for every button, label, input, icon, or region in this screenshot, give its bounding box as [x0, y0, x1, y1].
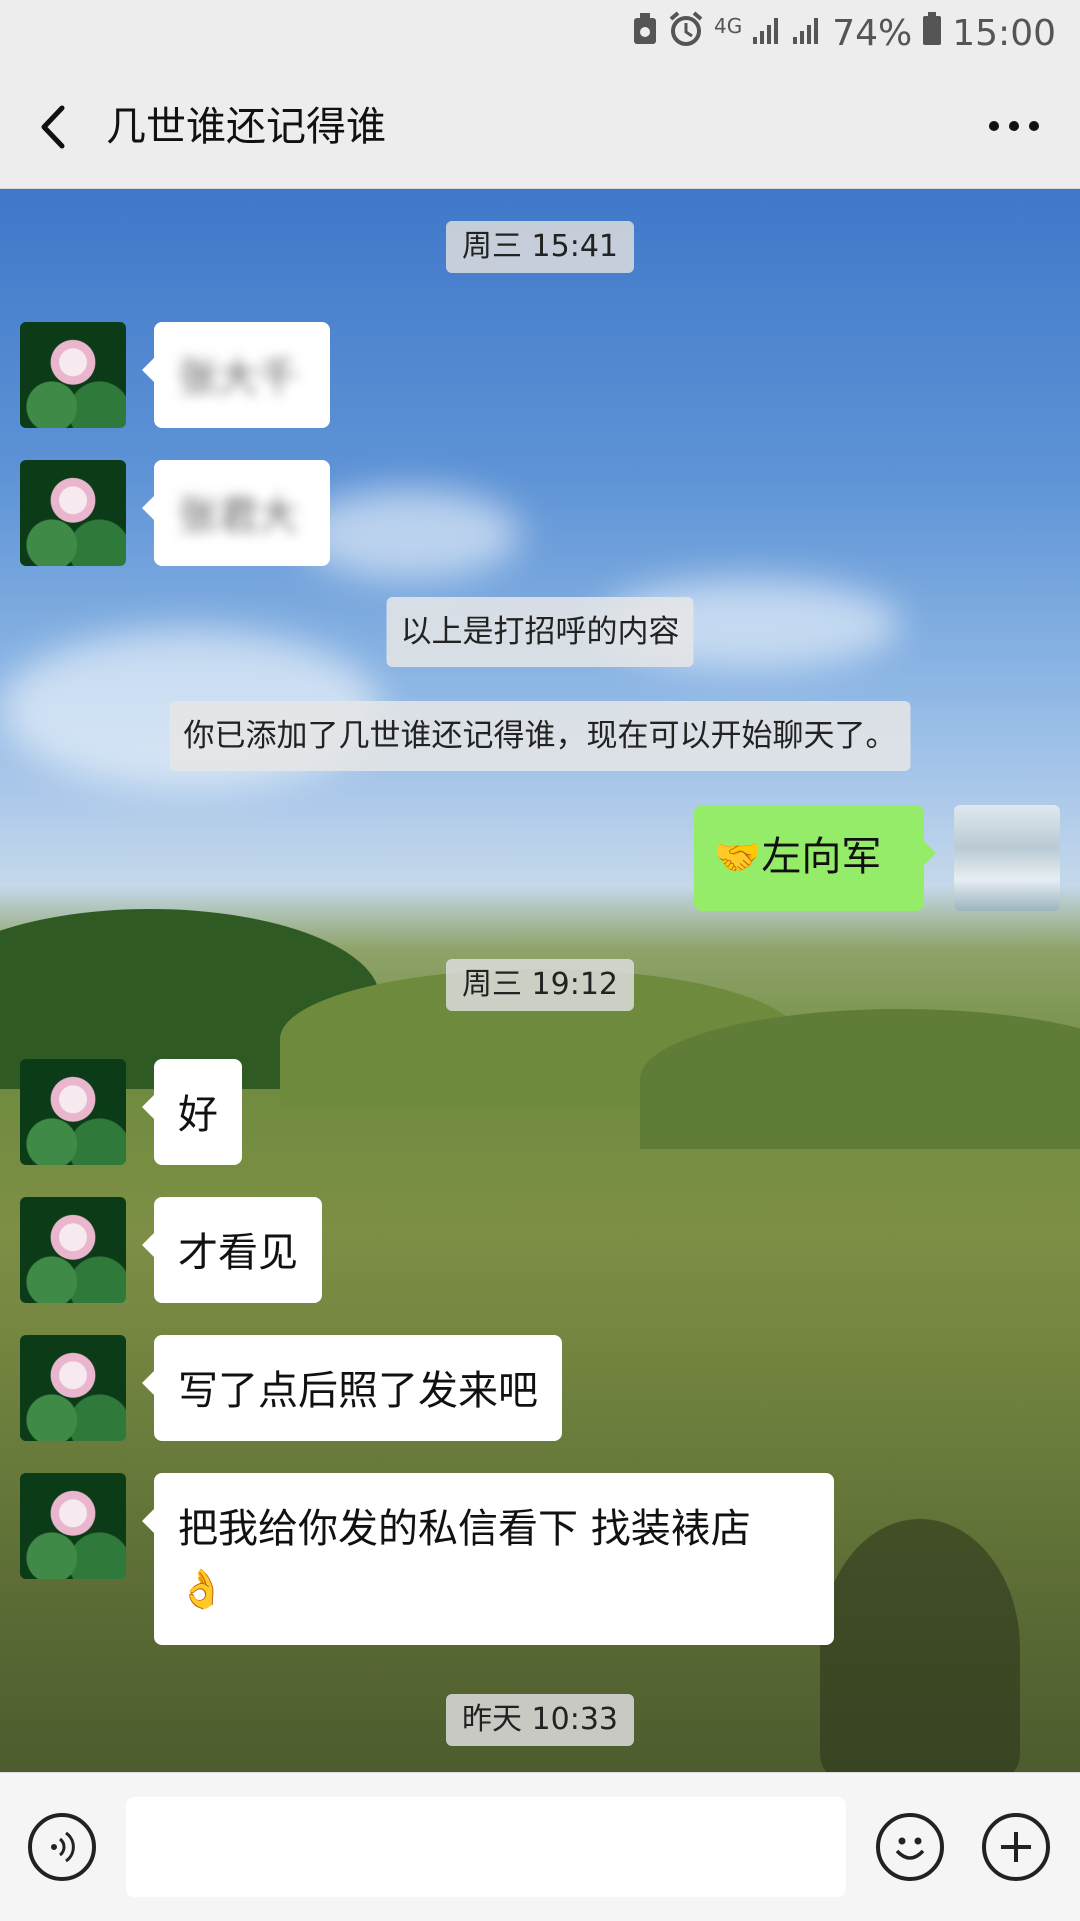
message-bubble[interactable]: 张大千: [142, 322, 330, 428]
contact-avatar[interactable]: [20, 1473, 126, 1579]
voice-icon: [51, 1831, 75, 1863]
battery-icon: [922, 11, 942, 55]
background-cloud: [300, 489, 520, 579]
contact-avatar[interactable]: [20, 1197, 126, 1303]
emoji-button[interactable]: [876, 1813, 944, 1881]
clock: 15:00: [952, 12, 1056, 54]
message-bubble[interactable]: 好: [142, 1059, 242, 1165]
status-bar: 4G 74% 15:00: [0, 0, 1080, 66]
signal-icon: [752, 13, 782, 54]
recycle-icon: [632, 12, 658, 55]
battery-percent: 74%: [832, 12, 913, 54]
message-text: 好: [178, 1092, 218, 1138]
message-text: 写了点后照了发来吧: [178, 1368, 538, 1414]
system-message: 以上是打招呼的内容: [386, 597, 694, 667]
contact-avatar[interactable]: [20, 1059, 126, 1165]
plus-icon: [1001, 1832, 1031, 1862]
signal-icon-2: [792, 13, 822, 54]
smiley-icon: [895, 1837, 925, 1860]
shadow-silhouette: [820, 1519, 1020, 1772]
contact-avatar[interactable]: [20, 322, 126, 428]
sent-message-bubble[interactable]: 🤝左向军: [694, 805, 936, 911]
plus-button[interactable]: [982, 1813, 1050, 1881]
timestamp: 周三 15:41: [446, 221, 634, 273]
message-text: 把我给你发的私信看下 找装裱店: [178, 1506, 751, 1552]
chat-title: 几世谁还记得谁: [106, 104, 386, 150]
contact-avatar[interactable]: [20, 460, 126, 566]
voice-button[interactable]: [28, 1813, 96, 1881]
message-text: 才看见: [178, 1230, 298, 1276]
alarm-icon: [668, 10, 704, 56]
handshake-emoji: 🤝: [714, 835, 762, 879]
network-type: 4G: [714, 14, 743, 38]
more-dots-icon: [989, 121, 1039, 131]
timestamp: 周三 19:12: [446, 959, 634, 1011]
message-bubble[interactable]: 才看见: [142, 1197, 322, 1303]
more-button[interactable]: [984, 106, 1044, 146]
ok-hand-emoji: 👌: [178, 1567, 226, 1611]
input-bar: [0, 1772, 1080, 1921]
message-bubble[interactable]: 把我给你发的私信看下 找装裱店 👌: [142, 1473, 834, 1645]
system-message: 你已添加了几世谁还记得谁，现在可以开始聊天了。: [169, 701, 911, 771]
message-input[interactable]: [126, 1797, 846, 1897]
chat-area[interactable]: 周三 15:41 张大千 张君大 以上是打招呼的内容 你已添加了几世谁还记得谁，…: [0, 189, 1080, 1772]
blurred-message-text: 张君大: [178, 493, 298, 539]
blurred-message-text: 张大千: [178, 355, 298, 401]
nav-bar: 几世谁还记得谁: [0, 66, 1080, 189]
contact-avatar[interactable]: [20, 1335, 126, 1441]
sent-message-text: 左向军: [761, 834, 882, 880]
timestamp: 昨天 10:33: [446, 1694, 634, 1746]
message-bubble[interactable]: 张君大: [142, 460, 330, 566]
back-button[interactable]: [30, 102, 80, 152]
message-bubble[interactable]: 写了点后照了发来吧: [142, 1335, 562, 1441]
status-icons: 4G 74% 15:00: [632, 10, 1056, 56]
chevron-left-icon: [41, 105, 65, 149]
my-avatar[interactable]: [954, 805, 1060, 911]
